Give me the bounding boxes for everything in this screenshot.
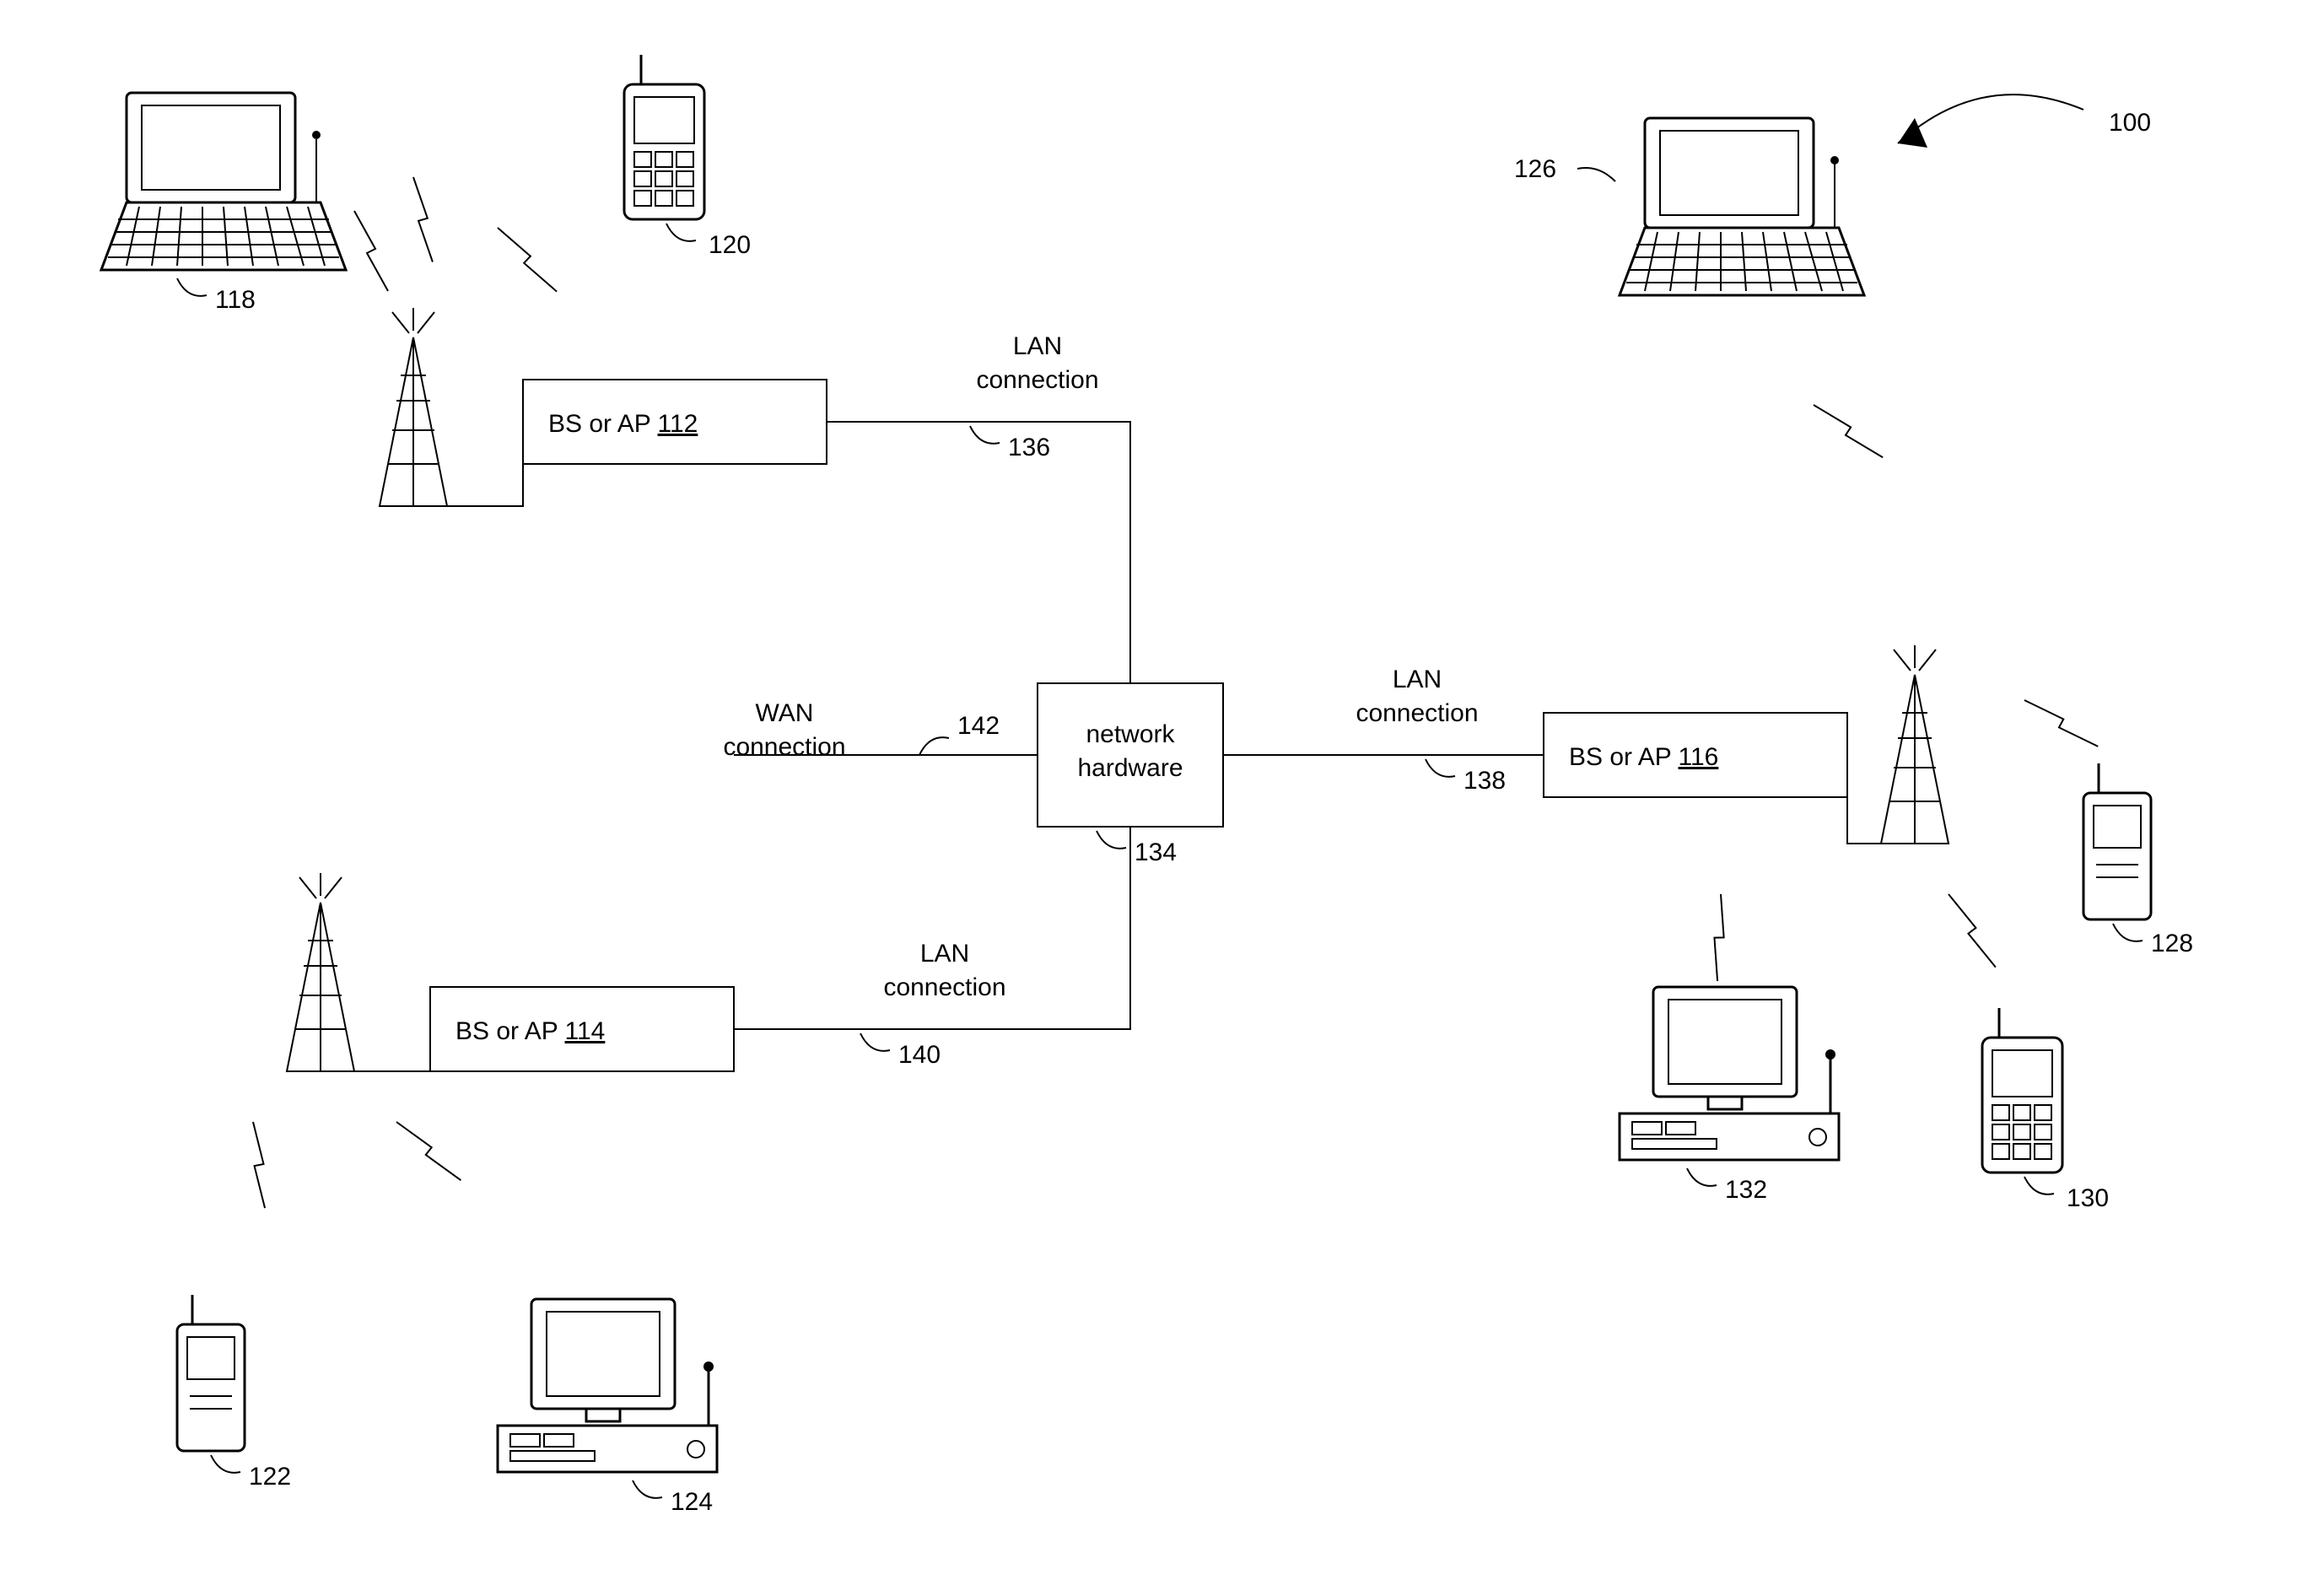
handheld-icon xyxy=(177,1295,245,1451)
bs-ap-116-node: BS or AP 116 xyxy=(1544,713,1847,797)
wan-ref: 142 xyxy=(957,712,1000,740)
hook-icon xyxy=(1426,759,1455,777)
desktop-icon xyxy=(498,1299,717,1472)
cellphone-icon xyxy=(1982,1008,2062,1173)
bs-ap-114-node: BS or AP 114 xyxy=(430,987,734,1071)
antenna-tower-icon xyxy=(1881,645,1949,844)
hook-icon xyxy=(919,737,949,755)
wireless-icon xyxy=(354,211,388,291)
hook-icon xyxy=(2113,924,2143,941)
network-hardware-ref: 134 xyxy=(1135,838,1177,866)
lan-136-ref: 136 xyxy=(1008,434,1050,461)
wireless-icon xyxy=(1814,388,1883,474)
phone-120-ref: 120 xyxy=(709,231,751,259)
bs-ap-112-label: BS or AP xyxy=(548,410,658,438)
network-hardware-node: network hardware xyxy=(1038,683,1223,827)
overall-ref: 100 xyxy=(2109,109,2151,137)
hook-icon xyxy=(970,426,1000,444)
hook-icon xyxy=(177,278,207,296)
hook-icon xyxy=(633,1480,662,1498)
wireless-icon xyxy=(2024,681,2098,766)
laptop-icon xyxy=(1620,118,1864,295)
bs-ap-112-ref: 112 xyxy=(658,410,698,438)
lan-138-label-1: LAN xyxy=(1393,666,1442,693)
hook-icon xyxy=(860,1033,890,1051)
wireless-icon xyxy=(1949,888,1996,973)
cellphone-icon xyxy=(624,55,704,219)
hook-icon xyxy=(1687,1168,1717,1186)
desktop-124-ref: 124 xyxy=(671,1488,713,1516)
network-hardware-label-1: network xyxy=(1086,720,1175,748)
desktop-icon xyxy=(1620,987,1839,1160)
bs-ap-116-label: BS or AP xyxy=(1569,743,1679,771)
laptop-icon xyxy=(101,93,346,270)
wireless-icon xyxy=(498,216,557,303)
antenna-tower-icon xyxy=(380,308,447,506)
wireless-icon xyxy=(400,177,447,262)
laptop-118-ref: 118 xyxy=(215,286,256,314)
bs-ap-114-ref: 114 xyxy=(565,1017,606,1045)
bs-ap-116-ref: 116 xyxy=(1679,743,1719,771)
wireless-icon xyxy=(1687,894,1751,981)
lan-136-label-1: LAN xyxy=(1013,332,1062,360)
lan-138-label-2: connection xyxy=(1356,699,1478,727)
lan-140-label-1: LAN xyxy=(920,940,969,968)
network-hardware-label-2: hardware xyxy=(1077,754,1183,782)
svg-text:BS or AP 116: BS or AP 116 xyxy=(1569,743,1718,771)
hook-icon xyxy=(666,224,696,241)
phone-130-ref: 130 xyxy=(2067,1184,2109,1212)
bs-ap-112-node: BS or AP 112 xyxy=(523,380,827,464)
hook-icon xyxy=(1097,831,1126,849)
handheld-icon xyxy=(2083,763,2151,919)
laptop-126-ref: 126 xyxy=(1514,155,1556,183)
wireless-icon xyxy=(396,1108,461,1194)
lan-140-ref: 140 xyxy=(898,1041,941,1069)
handheld-122-ref: 122 xyxy=(249,1463,291,1491)
wireless-icon xyxy=(232,1122,285,1208)
lan-138-ref: 138 xyxy=(1463,767,1506,795)
wan-label-1: WAN xyxy=(756,699,814,727)
svg-text:BS or AP 112: BS or AP 112 xyxy=(548,410,698,438)
svg-text:BS or AP 114: BS or AP 114 xyxy=(455,1017,605,1045)
handheld-128-ref: 128 xyxy=(2151,930,2193,957)
overall-ref-arrow xyxy=(1898,94,2083,148)
bs-ap-114-label: BS or AP xyxy=(455,1017,565,1045)
antenna-tower-icon xyxy=(287,873,354,1071)
lan-140-label-2: connection xyxy=(883,973,1005,1001)
hook-icon xyxy=(2024,1177,2054,1194)
lan-136-label-2: connection xyxy=(976,366,1098,394)
wan-label-2: connection xyxy=(723,733,845,761)
desktop-132-ref: 132 xyxy=(1725,1176,1767,1204)
hook-icon xyxy=(211,1455,240,1473)
